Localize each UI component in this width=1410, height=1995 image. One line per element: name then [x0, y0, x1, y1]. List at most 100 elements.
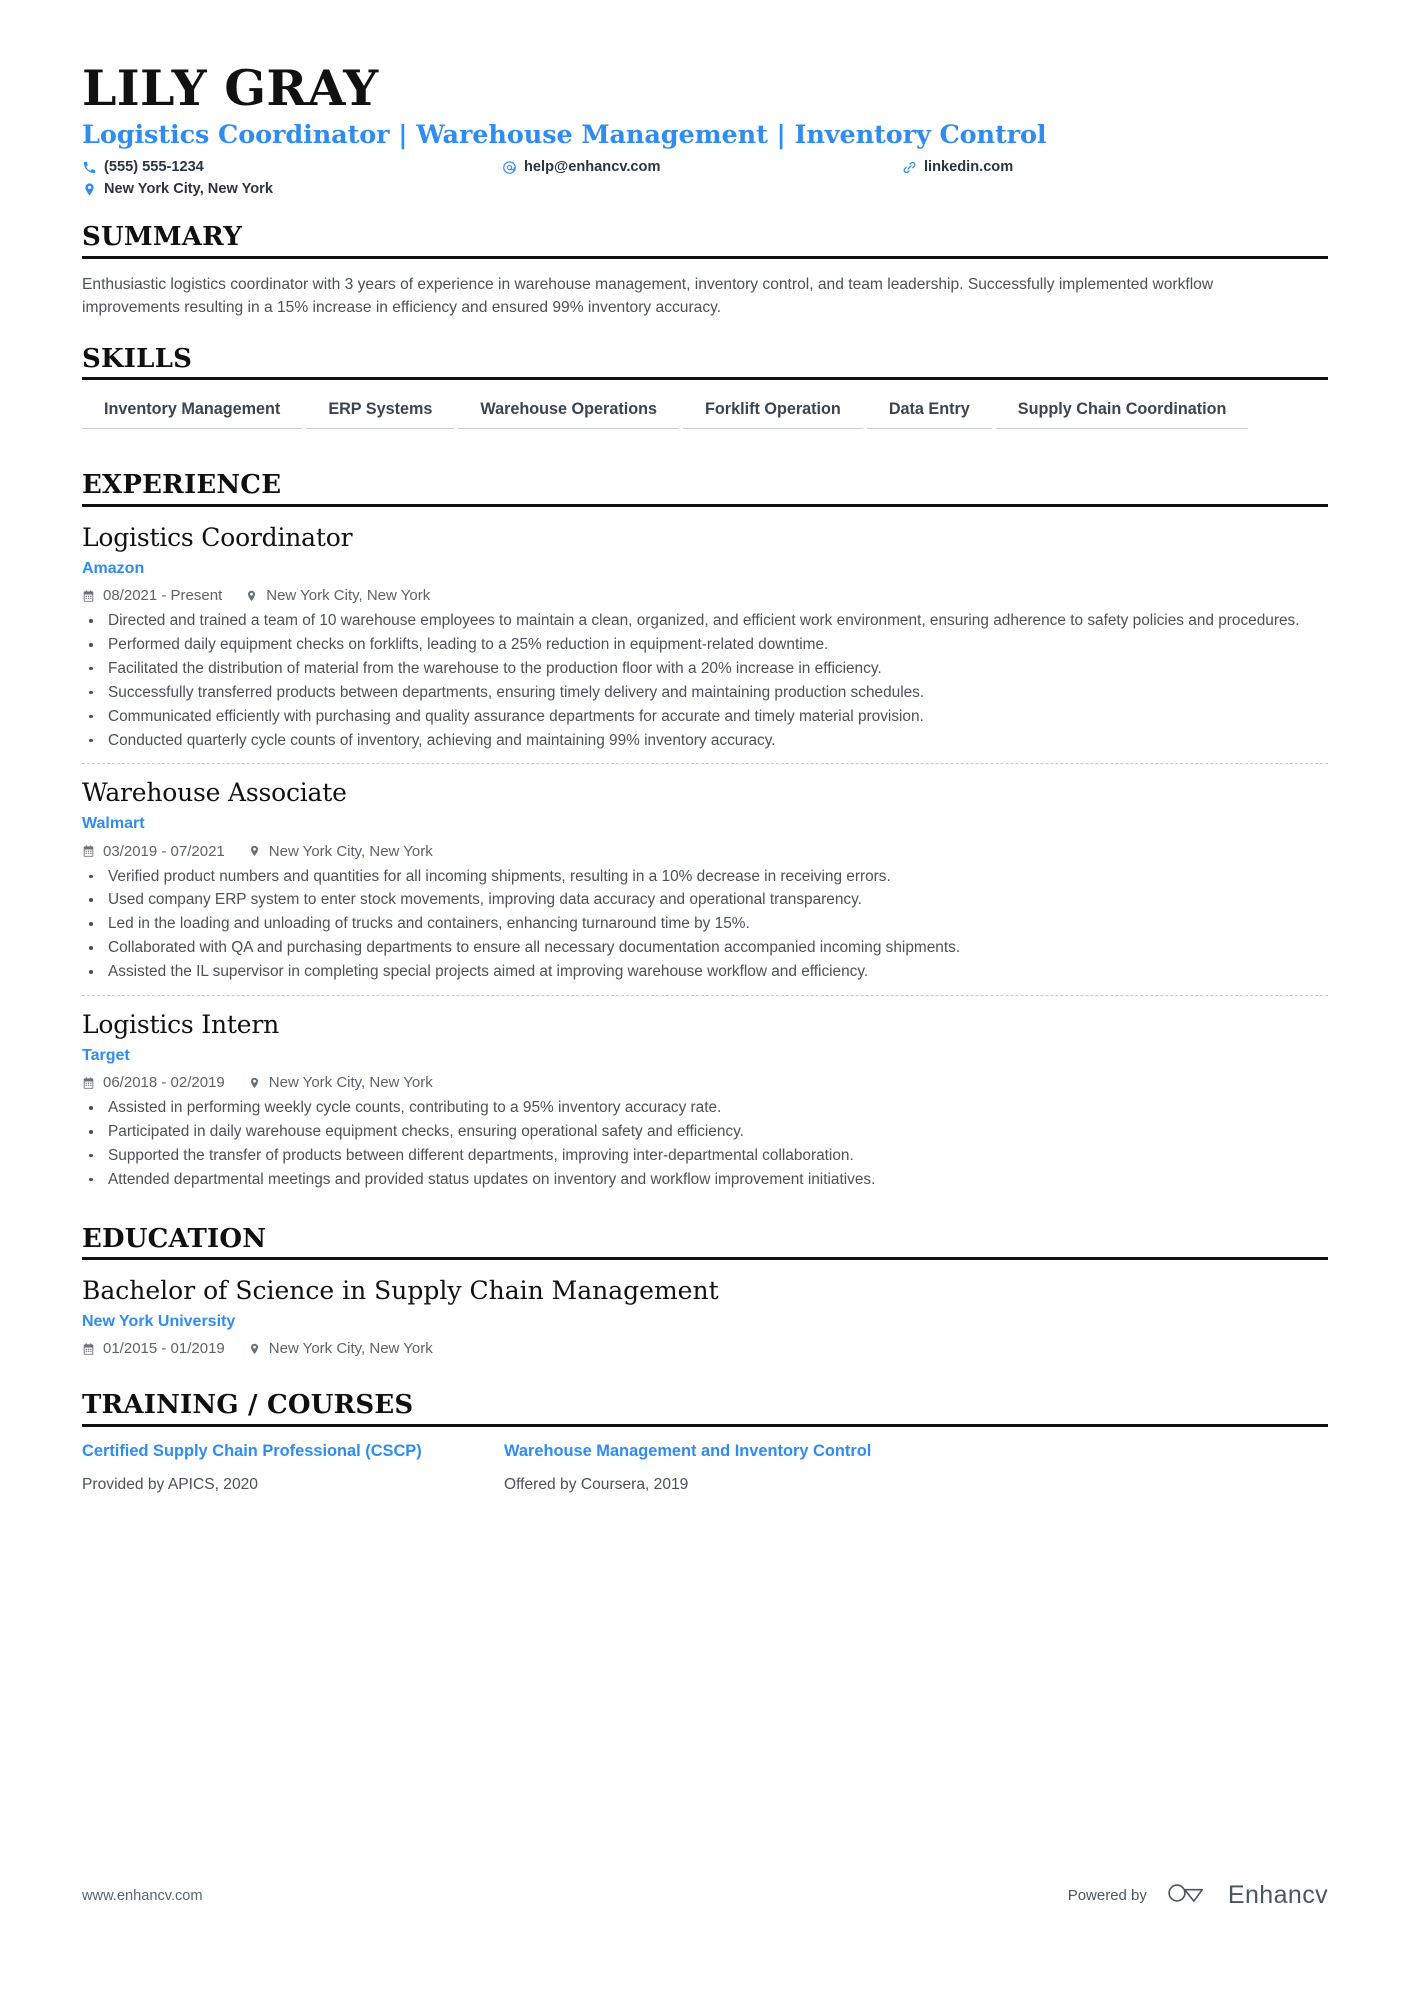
experience-bullet: Communicated efficiently with purchasing… — [82, 706, 1328, 728]
enhancv-brand-name: Enhancv — [1227, 1881, 1328, 1909]
section-title-skills: SKILLS — [82, 343, 193, 374]
education-entries: Bachelor of Science in Supply Chain Mana… — [82, 1274, 1328, 1357]
calendar-icon — [82, 1342, 95, 1356]
email-icon — [502, 160, 517, 175]
location-icon — [248, 1076, 261, 1090]
location-icon — [245, 589, 258, 603]
contact-phone[interactable]: (555) 555-1234 — [82, 159, 502, 175]
company-name[interactable]: Walmart — [82, 814, 1328, 833]
footer-website-url[interactable]: www.enhancv.com — [82, 1888, 203, 1904]
course-name[interactable]: Warehouse Management and Inventory Contr… — [504, 1441, 886, 1463]
course-provider: Provided by APICS, 2020 — [82, 1475, 258, 1493]
contact-email[interactable]: help@enhancv.com — [502, 159, 902, 175]
professional-headline: Logistics Coordinator | Warehouse Manage… — [82, 119, 1047, 150]
job-location: New York City, New York — [248, 843, 433, 860]
job-location-text: New York City, New York — [268, 842, 433, 860]
school-location: New York City, New York — [248, 1340, 433, 1357]
responsibility-list: Assisted in performing weekly cycle coun… — [82, 1097, 1328, 1191]
school-location-text: New York City, New York — [268, 1340, 433, 1358]
calendar-icon — [82, 844, 95, 858]
page-footer: www.enhancv.com Powered by Enhancv — [82, 1880, 1328, 1911]
section-experience: EXPERIENCE Logistics Coordinator Amazon 08… — [82, 471, 1328, 1190]
responsibility-list: Verified product numbers and quantities … — [82, 866, 1328, 983]
section-divider — [82, 503, 1328, 507]
skill-chip: Warehouse Operations — [458, 394, 680, 430]
experience-entries: Logistics Coordinator Amazon 08/2021 - Pre… — [82, 521, 1328, 1191]
course-name[interactable]: Certified Supply Chain Professional (CSC… — [82, 1441, 464, 1463]
job-location-text: New York City, New York — [266, 587, 431, 605]
experience-bullet: Assisted in performing weekly cycle coun… — [82, 1097, 1328, 1119]
location-icon — [248, 844, 261, 858]
job-title: Warehouse Associate — [82, 778, 347, 808]
experience-entry: Logistics Coordinator Amazon 08/2021 - Pre… — [82, 521, 1328, 751]
entry-separator — [82, 994, 1328, 996]
section-skills: SKILLS Inventory Management ERP Systems Wa… — [82, 345, 1328, 446]
section-title-experience: EXPERIENCE — [82, 470, 282, 501]
section-title-summary: SUMMARY — [82, 222, 242, 253]
date-range: 01/2015 - 01/2019 — [82, 1340, 225, 1357]
skills-list: Inventory Management ERP Systems Warehouse… — [82, 394, 1328, 445]
date-range: 08/2021 - Present — [82, 587, 222, 604]
contact-phone-text: (555) 555-1234 — [104, 159, 204, 176]
section-divider — [82, 255, 1328, 259]
resume-header: LILY GRAY Logistics Coordinator | Wareho… — [82, 62, 1328, 197]
date-range-text: 01/2015 - 01/2019 — [103, 1340, 225, 1358]
page-title: LILY GRAY — [82, 59, 379, 117]
contact-linkedin-text: linkedin.com — [924, 159, 1014, 176]
entry-meta: 03/2019 - 07/2021 New York City, New York — [82, 843, 1328, 860]
skill-chip: Data Entry — [866, 394, 992, 430]
date-range: 03/2019 - 07/2021 — [82, 843, 225, 860]
course-provider: Offered by Coursera, 2019 — [504, 1475, 689, 1493]
date-range: 06/2018 - 02/2019 — [82, 1074, 225, 1091]
enhancv-brand: Enhancv — [1165, 1880, 1328, 1911]
job-location-text: New York City, New York — [268, 1074, 433, 1092]
section-divider — [82, 1257, 1328, 1261]
skill-chip: Forklift Operation — [683, 394, 863, 430]
calendar-icon — [82, 589, 95, 603]
experience-bullet: Supported the transfer of products betwe… — [82, 1145, 1328, 1167]
skill-chip: ERP Systems — [306, 394, 455, 430]
school-name[interactable]: New York University — [82, 1312, 1328, 1331]
course-entry: Certified Supply Chain Professional (CSC… — [82, 1441, 504, 1495]
education-entry: Bachelor of Science in Supply Chain Mana… — [82, 1274, 1328, 1357]
powered-by-label: Powered by — [1067, 1887, 1147, 1904]
section-title-education: EDUCATION — [82, 1223, 267, 1254]
contact-linkedin[interactable]: linkedin.com — [902, 159, 1328, 175]
experience-bullet: Used company ERP system to enter stock m… — [82, 889, 1328, 911]
experience-bullet: Assisted the IL supervisor in completing… — [82, 961, 1328, 983]
entry-meta: 01/2015 - 01/2019 New York City, New York — [82, 1340, 1328, 1357]
resume-page: LILY GRAY Logistics Coordinator | Wareho… — [0, 0, 1410, 1995]
job-title: Logistics Intern — [82, 1009, 279, 1039]
footer-branding: Powered by Enhancv — [1068, 1880, 1328, 1911]
experience-bullet: Performed daily equipment checks on fork… — [82, 634, 1328, 656]
skill-chip: Supply Chain Coordination — [995, 394, 1249, 430]
skill-chip: Inventory Management — [82, 394, 303, 430]
date-range-text: 06/2018 - 02/2019 — [103, 1074, 225, 1092]
entry-meta: 06/2018 - 02/2019 New York City, New York — [82, 1074, 1328, 1091]
phone-icon — [82, 160, 97, 175]
company-name[interactable]: Amazon — [82, 559, 1328, 578]
entry-separator — [82, 763, 1328, 765]
contact-location-text: New York City, New York — [104, 181, 273, 198]
summary-text: Enthusiastic logistics coordinator with … — [82, 275, 1214, 316]
experience-bullet: Collaborated with QA and purchasing depa… — [82, 937, 1328, 959]
contact-details: (555) 555-1234 help@enhancv.com linkedin… — [82, 159, 1328, 197]
experience-bullet: Conducted quarterly cycle counts of inve… — [82, 730, 1328, 752]
experience-bullet: Attended departmental meetings and provi… — [82, 1169, 1328, 1191]
section-title-training: TRAINING / COURSES — [82, 1390, 414, 1421]
experience-bullet: Participated in daily warehouse equipmen… — [82, 1121, 1328, 1143]
link-icon — [902, 160, 917, 175]
experience-bullet: Directed and trained a team of 10 wareho… — [82, 610, 1328, 632]
date-range-text: 08/2021 - Present — [103, 587, 223, 605]
calendar-icon — [82, 1076, 95, 1090]
job-location: New York City, New York — [248, 1074, 433, 1091]
date-range-text: 03/2019 - 07/2021 — [103, 842, 225, 860]
course-entry: Warehouse Management and Inventory Contr… — [504, 1441, 926, 1495]
section-divider — [82, 377, 1328, 381]
section-training: TRAINING / COURSES Certified Supply Chai… — [82, 1391, 1328, 1495]
company-name[interactable]: Target — [82, 1046, 1328, 1065]
section-summary: SUMMARY Enthusiastic logistics coordinat… — [82, 223, 1328, 319]
job-location: New York City, New York — [245, 587, 430, 604]
location-icon — [248, 1342, 261, 1356]
section-divider — [82, 1424, 1328, 1428]
